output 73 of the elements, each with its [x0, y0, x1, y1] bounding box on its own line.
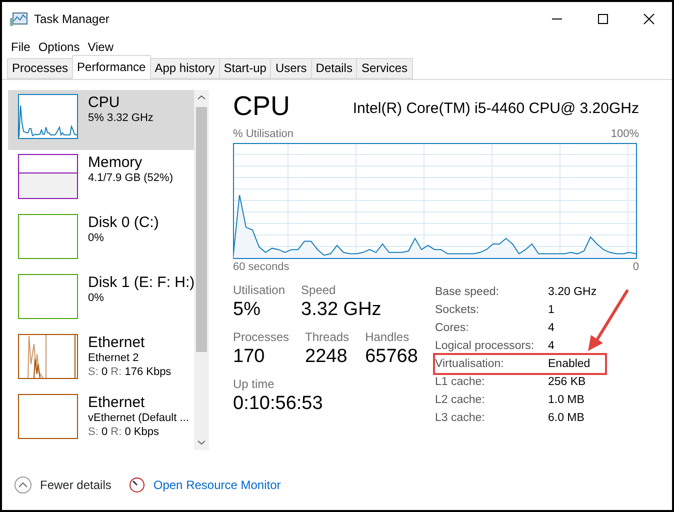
spec-label: Virtualisation: [435, 357, 505, 372]
spec-value: 1 [548, 303, 554, 318]
spec-value: 4 [548, 321, 554, 336]
axis-label: 0 [632, 260, 639, 274]
stat-label: Processes [233, 330, 290, 345]
menu-item[interactable]: File [11, 38, 38, 56]
collapse-icon [14, 476, 32, 494]
stat-label: Up time [233, 377, 276, 392]
fewer-details-button[interactable]: Fewer details [14, 476, 112, 494]
item-name: Ethernet [88, 334, 146, 351]
spec-label: L1 cache: [435, 375, 486, 390]
tab[interactable]: Performance [72, 55, 151, 79]
gauge-icon [129, 477, 146, 493]
spec-value: 256 KB [548, 375, 586, 390]
maximize-icon [597, 13, 609, 25]
panel-title: CPU [233, 90, 290, 122]
item-detail: 0% [88, 291, 105, 305]
spec-label: L2 cache: [435, 393, 486, 408]
app-icon [10, 11, 28, 27]
close-icon [643, 13, 655, 25]
spec-value: 4 [548, 339, 554, 354]
menu-item[interactable]: View [88, 38, 122, 56]
item-detail: Ethernet 2 [88, 351, 140, 365]
item-name: Ethernet [88, 394, 146, 411]
spec-label: Base speed: [435, 285, 500, 300]
menu-item[interactable]: Options [38, 38, 88, 56]
spec-value: 3.20 GHz [548, 285, 597, 300]
stat-label: Speed [301, 283, 337, 298]
tab[interactable]: Processes [7, 58, 74, 79]
spec-value: 1.0 MB [548, 393, 584, 408]
item-detail: 4.1/7.9 GB (52%) [88, 171, 173, 185]
scrollbar[interactable] [194, 90, 209, 450]
tab[interactable]: App history [150, 58, 220, 79]
item-throughput: S: 0 R: 176 Kbps [88, 365, 172, 379]
tab[interactable]: Services [356, 58, 412, 79]
spec-label: Sockets: [435, 303, 480, 318]
stat-label: Threads [305, 330, 350, 345]
tab[interactable]: Users [270, 58, 312, 79]
spec-label: L3 cache: [435, 411, 486, 426]
stat-label: Handles [365, 330, 410, 345]
item-detail: vEthernet (Default ... [88, 411, 189, 425]
spec-value: Enabled [548, 357, 590, 372]
item-throughput: S: 0 R: 0 Kbps [88, 425, 160, 439]
cpu-model: Intel(R) Core(TM) i5-4460 CPU@ 3.20GHz [352, 98, 639, 118]
spec-label: Cores: [435, 321, 470, 336]
stat-value: 0:10:56:53 [233, 392, 323, 416]
sidebar-item[interactable]: Memory 4.1/7.9 GB (52%) [8, 150, 196, 210]
axis-label: 100% [610, 127, 639, 142]
resource-monitor-link[interactable]: Open Resource Monitor [129, 476, 281, 494]
tab[interactable]: Start-up [218, 58, 272, 79]
stat-value: 170 [233, 345, 266, 369]
item-detail: 5% 3.32 GHz [88, 111, 154, 125]
stat-value: 5% [233, 298, 262, 322]
item-name: Disk 0 (C:) [88, 214, 159, 231]
sidebar-item[interactable]: CPU 5% 3.32 GHz [8, 90, 196, 150]
item-name: Disk 1 (E: F: H:) [88, 274, 195, 291]
item-detail: 0% [88, 231, 105, 245]
axis-label: % Utilisation [233, 127, 294, 142]
sidebar-item[interactable]: Ethernet vEthernet (Default ... S: 0 R: 0 Kbps [8, 390, 196, 450]
stat-value: 3.32 GHz [301, 298, 382, 322]
sidebar-item[interactable]: Disk 0 (C:) 0% [8, 210, 196, 270]
sidebar-item[interactable]: Ethernet Ethernet 2 S: 0 R: 176 Kbps [8, 330, 196, 390]
item-name: CPU [88, 94, 121, 111]
window-title: Task Manager [34, 11, 110, 28]
axis-label: 60 seconds [233, 260, 290, 274]
spec-value: 6.0 MB [548, 411, 584, 426]
item-name: Memory [88, 154, 144, 171]
stat-value: 2248 [305, 345, 348, 369]
spec-label: Logical processors: [435, 339, 536, 354]
sidebar-item[interactable]: Disk 1 (E: F: H:) 0% [8, 270, 196, 330]
stat-label: Utilisation [233, 283, 286, 298]
tab[interactable]: Details [310, 58, 358, 79]
stat-value: 65768 [365, 345, 418, 369]
